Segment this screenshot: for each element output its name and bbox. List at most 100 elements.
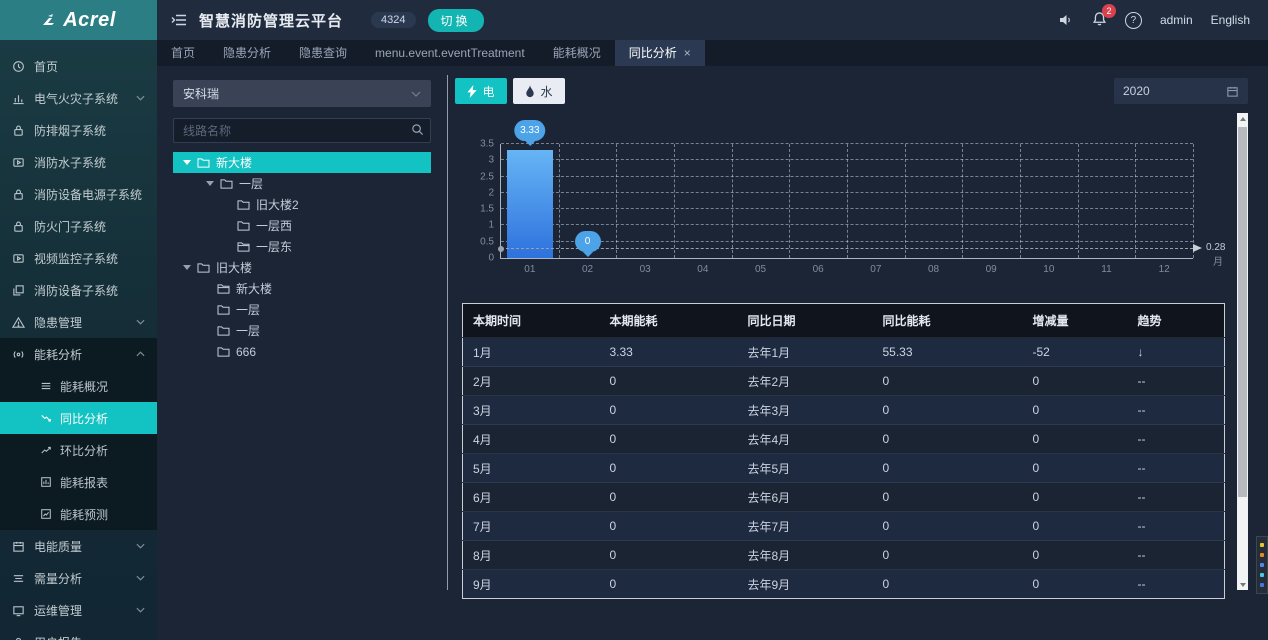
table-row: 4月0去年4月00-- <box>463 425 1225 454</box>
v-gridline <box>789 144 790 258</box>
main-scrollbar[interactable] <box>1237 113 1248 590</box>
scroll-up-icon[interactable] <box>1237 113 1248 124</box>
sidebar-item-user-report[interactable]: 用户报告 <box>0 626 157 640</box>
notification-bell[interactable]: 2 <box>1092 11 1107 29</box>
electric-button[interactable]: 电 <box>455 78 507 104</box>
company-select[interactable]: 安科瑞 <box>173 80 431 107</box>
scroll-down-icon[interactable] <box>1237 579 1248 590</box>
sidebar-item-fire-equipment[interactable]: 消防设备子系统 <box>0 274 157 306</box>
tree-node[interactable]: 一层 <box>173 299 431 320</box>
bar-report-icon <box>40 476 52 488</box>
x-tick-label: 04 <box>697 264 708 275</box>
sidebar-item-label: 用户报告 <box>34 634 82 640</box>
search-input[interactable] <box>173 118 431 143</box>
y-tick-label: 0 <box>488 253 494 264</box>
table-row: 9月0去年9月00-- <box>463 570 1225 599</box>
device-tree-panel: 安科瑞 新大楼 一层 旧大楼2 一层西 一层东 旧大楼 新大楼 一层 一层 66… <box>157 66 447 640</box>
tree-node-label: 一层 <box>239 175 263 192</box>
folder-icon <box>217 304 230 315</box>
energy-analysis-group: 能耗分析 能耗概况 同比分析 环比分析 能耗报表 <box>0 338 157 530</box>
sidebar-item-label: 消防设备电源子系统 <box>34 186 142 203</box>
sidebar-item-ops-mgmt[interactable]: 运维管理 <box>0 594 157 626</box>
sidebar-item-fire-water[interactable]: 消防水子系统 <box>0 146 157 178</box>
video-icon <box>12 156 25 169</box>
tree-node[interactable]: 666 <box>173 341 431 362</box>
tab-yoy-analysis[interactable]: 同比分析 × <box>615 40 705 66</box>
chart-plot: 00.511.522.533.5010203040506070809101112… <box>500 144 1193 259</box>
search-icon[interactable] <box>411 123 424 136</box>
sidebar-item-fire-door[interactable]: 防火门子系统 <box>0 210 157 242</box>
sidebar-item-label: 运维管理 <box>34 602 82 619</box>
sidebar-item-hazard-mgmt[interactable]: 隐患管理 <box>0 306 157 338</box>
sidebar-item-home[interactable]: 首页 <box>0 50 157 82</box>
table-row: 3月0去年3月00-- <box>463 396 1225 425</box>
tab-hazard-analysis[interactable]: 隐患分析 <box>209 40 285 66</box>
chart-balloon: 0 <box>575 231 601 252</box>
sidebar-subitem-energy-overview[interactable]: 能耗概况 <box>0 370 157 402</box>
help-icon[interactable] <box>1125 12 1142 29</box>
sidebar-item-demand-analysis[interactable]: 需量分析 <box>0 562 157 594</box>
tab-label: 能耗概况 <box>553 40 601 66</box>
folder-icon <box>237 199 250 210</box>
sidebar-item-fire-power[interactable]: 消防设备电源子系统 <box>0 178 157 210</box>
sidebar-subitem-label: 同比分析 <box>60 410 108 427</box>
language-switch[interactable]: English <box>1211 13 1250 27</box>
caret-down-icon[interactable] <box>183 265 191 270</box>
sidebar-subitem-mom-analysis[interactable]: 环比分析 <box>0 434 157 466</box>
collapse-menu-icon[interactable] <box>171 13 187 27</box>
folder-icon <box>237 220 250 231</box>
tree-node[interactable]: 一层西 <box>173 215 431 236</box>
year-picker[interactable]: 2020 <box>1114 78 1248 104</box>
y-tick-label: 1 <box>488 220 494 231</box>
tree-node[interactable]: 旧大楼 <box>173 257 431 278</box>
tree-node[interactable]: 新大楼 <box>173 278 431 299</box>
table-row: 6月0去年6月00-- <box>463 483 1225 512</box>
v-gridline <box>1193 144 1194 258</box>
tab-home[interactable]: 首页 <box>157 40 209 66</box>
water-button[interactable]: 水 <box>513 78 565 104</box>
sidebar-subitem-energy-forecast[interactable]: 能耗预测 <box>0 498 157 530</box>
sidebar-item-label: 防火门子系统 <box>34 218 106 235</box>
v-gridline <box>559 144 560 258</box>
tree-node[interactable]: 旧大楼2 <box>173 194 431 215</box>
tab-event-treatment[interactable]: menu.event.eventTreatment <box>361 40 539 66</box>
x-tick-label: 03 <box>640 264 651 275</box>
trend-down-icon <box>40 412 52 424</box>
sidebar-item-smoke-control[interactable]: 防排烟子系统 <box>0 114 157 146</box>
scrollbar-thumb[interactable] <box>1238 127 1247 497</box>
sidebar-item-video-monitor[interactable]: 视频监控子系统 <box>0 242 157 274</box>
sidebar-item-electrical-fire[interactable]: 电气火灾子系统 <box>0 82 157 114</box>
sidebar-subitem-label: 能耗报表 <box>60 474 108 491</box>
sidebar-subitem-yoy-analysis[interactable]: 同比分析 <box>0 402 157 434</box>
tab-bar: 首页 隐患分析 隐患查询 menu.event.eventTreatment 能… <box>157 40 1268 66</box>
sidebar-item-label: 消防设备子系统 <box>34 282 118 299</box>
switch-button[interactable]: 切换 <box>428 9 484 32</box>
chevron-down-icon <box>136 607 145 613</box>
tree-node[interactable]: 新大楼 <box>173 152 431 173</box>
tab-energy-overview[interactable]: 能耗概况 <box>539 40 615 66</box>
col-yoy-energy: 同比能耗 <box>873 304 1023 338</box>
y-tick-label: 1.5 <box>480 204 494 215</box>
video-icon <box>12 252 25 265</box>
tree-node[interactable]: 一层 <box>173 173 431 194</box>
tree-node[interactable]: 一层 <box>173 320 431 341</box>
sidebar-item-power-quality[interactable]: 电能质量 <box>0 530 157 562</box>
chevron-down-icon <box>136 319 145 325</box>
tree-node-label: 666 <box>236 345 256 359</box>
speaker-icon[interactable] <box>1058 13 1074 27</box>
col-period-energy: 本期能耗 <box>600 304 738 338</box>
average-markline: 0.28月 <box>501 248 1193 249</box>
sidebar-subitem-energy-report[interactable]: 能耗报表 <box>0 466 157 498</box>
folder-icon <box>197 262 210 273</box>
chevron-down-icon <box>136 543 145 549</box>
tab-hazard-query[interactable]: 隐患查询 <box>285 40 361 66</box>
tree-node[interactable]: 一层东 <box>173 236 431 257</box>
caret-down-icon[interactable] <box>206 181 214 186</box>
x-tick-label: 10 <box>1043 264 1054 275</box>
username[interactable]: admin <box>1160 13 1193 27</box>
close-icon[interactable]: × <box>684 40 691 66</box>
folder-icon <box>220 178 233 189</box>
sidebar-item-energy-analysis[interactable]: 能耗分析 <box>0 338 157 370</box>
caret-down-icon[interactable] <box>183 160 191 165</box>
chevron-down-icon <box>136 575 145 581</box>
